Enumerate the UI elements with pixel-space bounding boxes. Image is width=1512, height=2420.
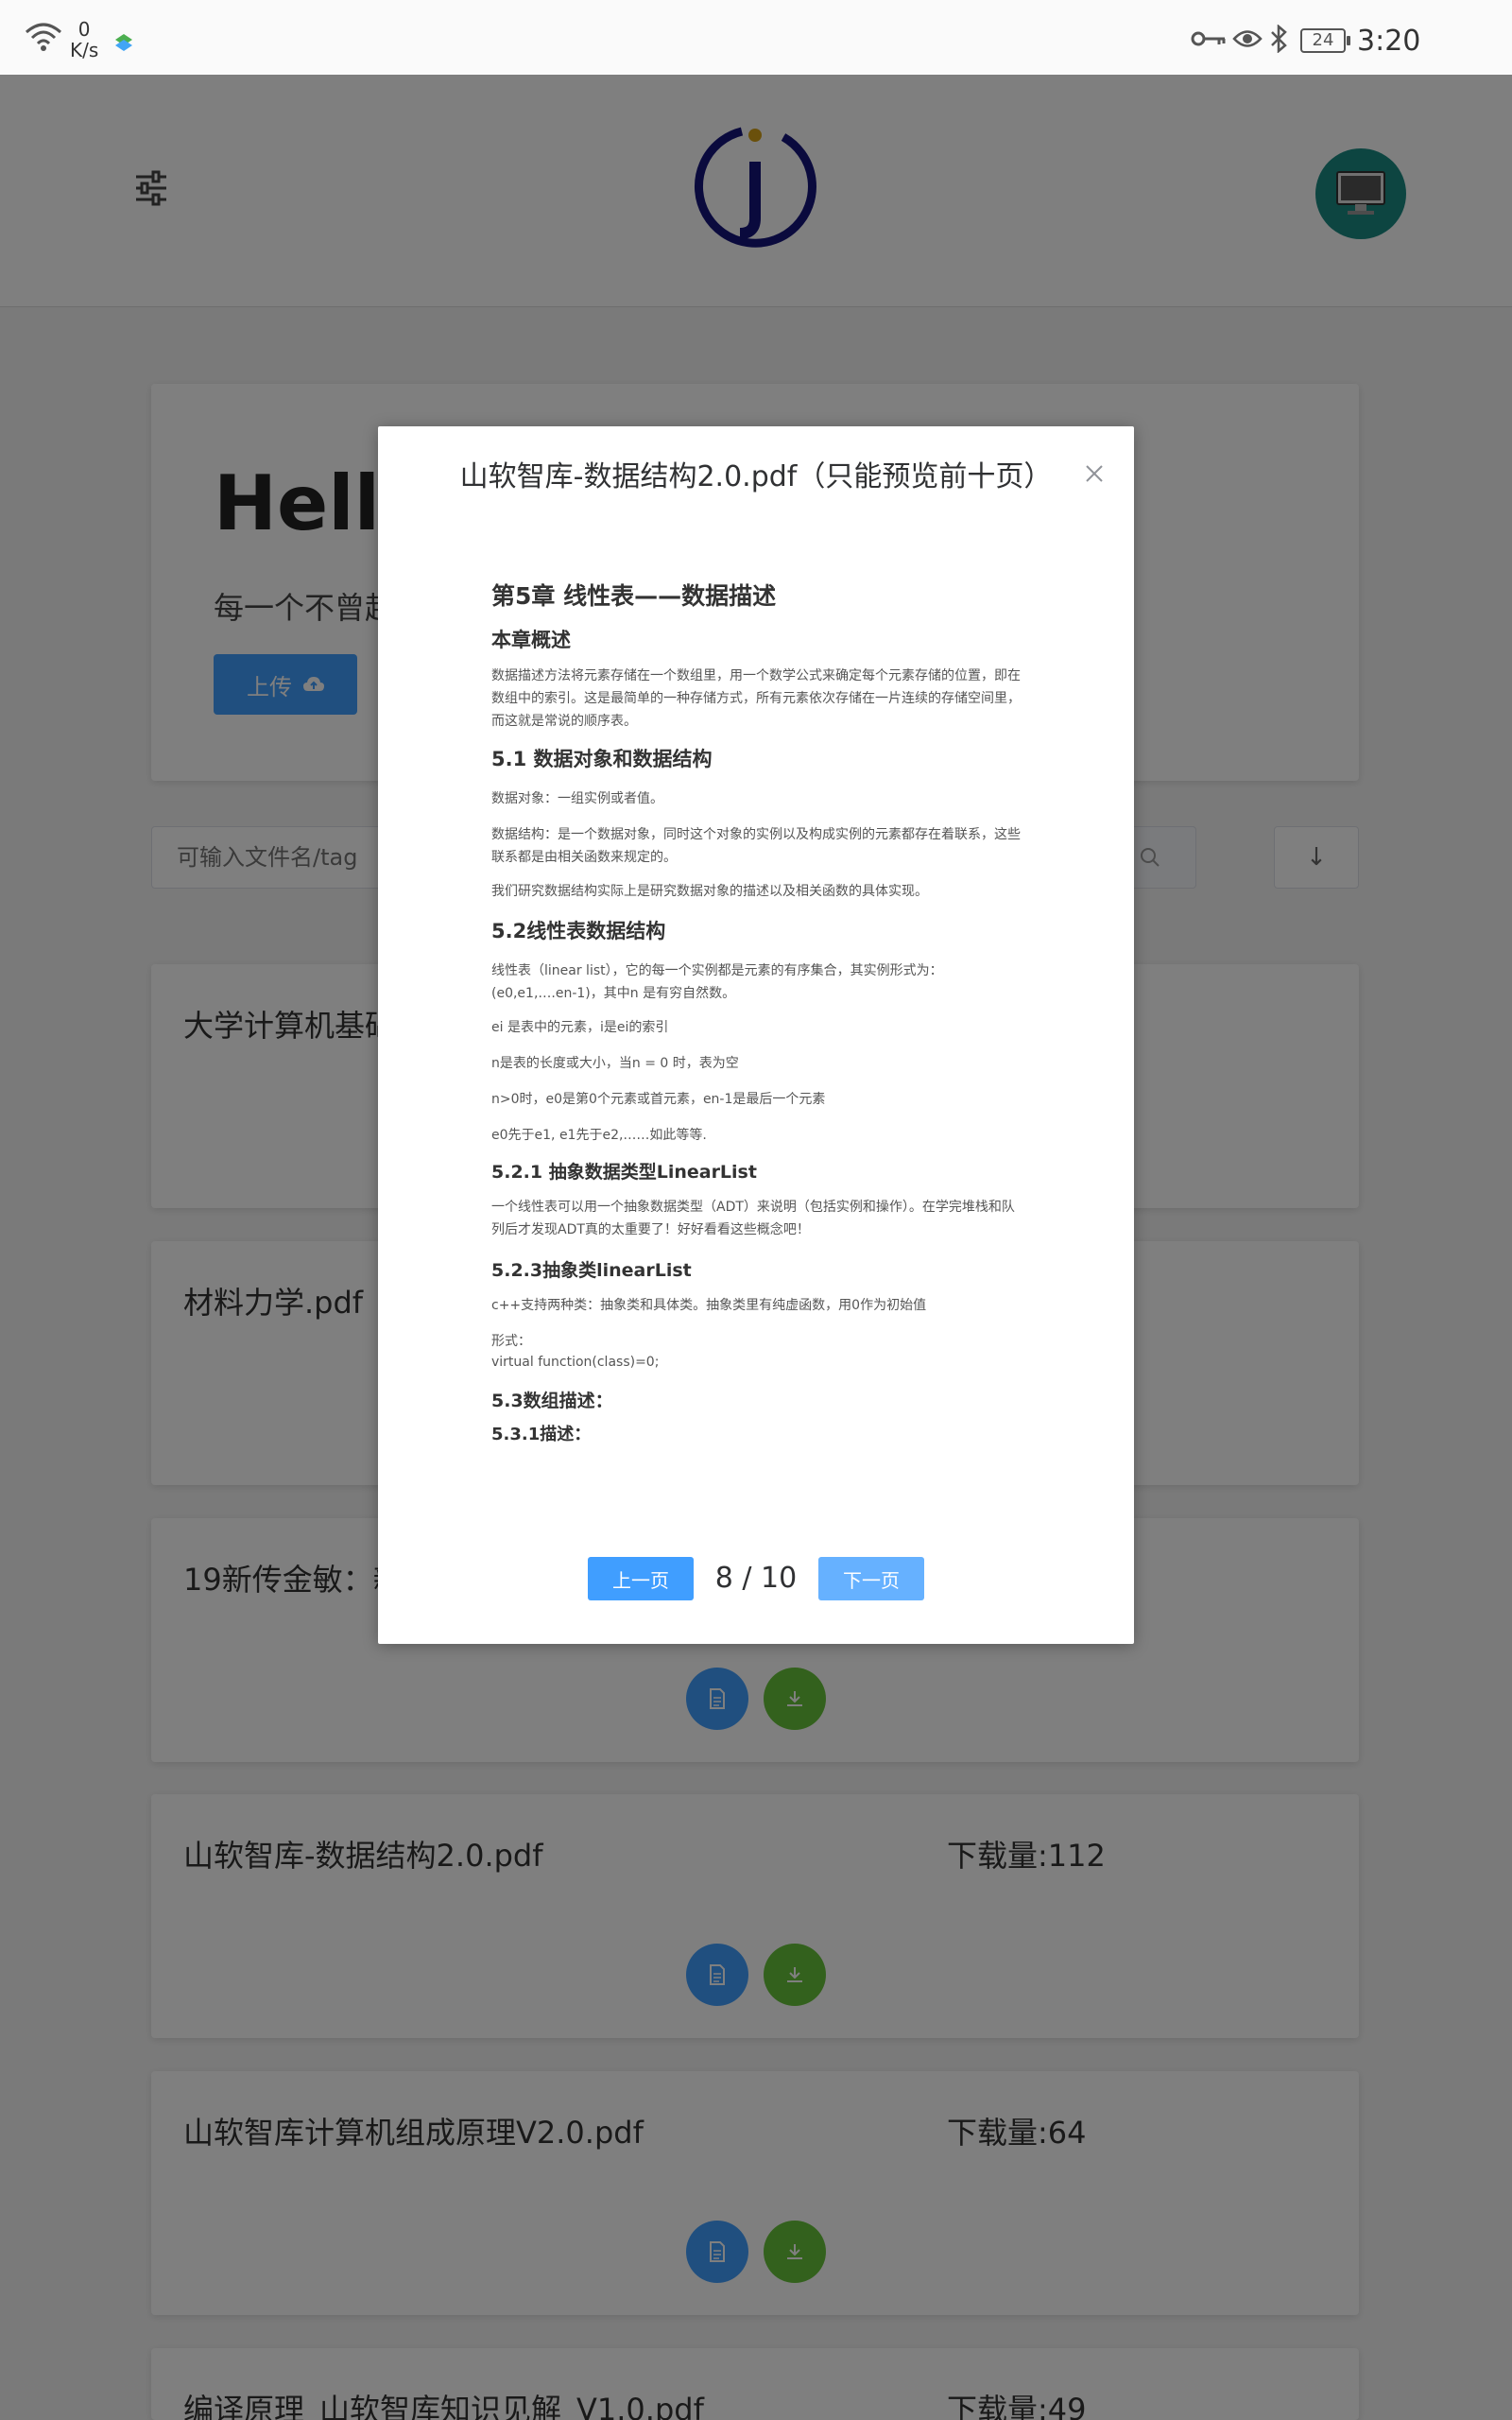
- app-notification-icon: [115, 34, 132, 51]
- pdf-heading: 5.3.1描述：: [491, 1425, 592, 1444]
- pdf-chapter-heading: 第5章 线性表——数据描述: [491, 582, 777, 610]
- pdf-paragraph: 数据结构：是一个数据对象，同时这个对象的实例以及构成实例的元素都存在着联系，这些…: [491, 827, 1021, 865]
- pdf-paragraph: 数据描述方法将元素存储在一个数组里，用一个数学公式来确定每个元素存储的位置，即在…: [491, 668, 1021, 729]
- pdf-heading: 5.3数组描述：: [491, 1391, 613, 1411]
- wifi-icon: [26, 23, 61, 51]
- clock: 3:20: [1357, 25, 1421, 58]
- close-icon[interactable]: [1081, 460, 1108, 487]
- battery-indicator: 24: [1300, 28, 1350, 53]
- pdf-preview-dialog: 山软智库-数据结构2.0.pdf（只能预览前十页） 第5章 线性表——数据描述 …: [378, 426, 1134, 1644]
- eye-icon: [1232, 30, 1263, 47]
- pdf-heading: 5.2线性表数据结构: [491, 920, 666, 942]
- status-bar: 0 K/s 24 3:20: [0, 0, 1512, 75]
- page-indicator: 8 / 10: [714, 1562, 798, 1595]
- key-icon: [1191, 31, 1226, 46]
- pdf-paragraph: virtual function(class)=0;: [491, 1355, 660, 1370]
- pdf-heading: 5.2.1 抽象数据类型LinearList: [491, 1162, 757, 1183]
- pdf-paragraph: 数据对象：一组实例或者值。: [491, 791, 663, 806]
- network-speed: 0 K/s: [70, 19, 98, 60]
- pdf-paragraph: n>0时，e0是第0个元素或首元素，en-1是最后一个元素: [491, 1092, 826, 1107]
- prev-page-button[interactable]: 上一页: [588, 1557, 694, 1600]
- pdf-heading: 5.2.3抽象类linearList: [491, 1260, 692, 1281]
- speed-unit: K/s: [70, 39, 99, 61]
- pdf-paragraph: c++支持两种类：抽象类和具体类。抽象类里有纯虚函数，用0作为初始值: [491, 1298, 927, 1313]
- next-page-button[interactable]: 下一页: [818, 1557, 924, 1600]
- pdf-paragraph: 形式：: [491, 1334, 531, 1349]
- pdf-paragraph: 线性表（linear list），它的每一个实例都是元素的有序集合，其实例形式为…: [491, 963, 943, 1001]
- dialog-title: 山软智库-数据结构2.0.pdf（只能预览前十页）: [459, 460, 1053, 493]
- pdf-paragraph: n是表的长度或大小，当n = 0 时，表为空: [491, 1056, 739, 1071]
- pdf-page-content: 第5章 线性表——数据描述 本章概述 数据描述方法将元素存储在一个数组里，用一个…: [491, 578, 1030, 1444]
- speed-value: 0: [77, 18, 91, 41]
- pdf-pager: 上一页 8 / 10 下一页: [378, 1557, 1134, 1604]
- pdf-paragraph: 我们研究数据结构实际上是研究数据对象的描述以及相关函数的具体实现。: [491, 884, 928, 899]
- pdf-heading: 5.1 数据对象和数据结构: [491, 748, 713, 770]
- pdf-paragraph: ei 是表中的元素，i是ei的索引: [491, 1020, 669, 1035]
- pdf-paragraph: e0先于e1, e1先于e2,……如此等等.: [491, 1128, 707, 1143]
- pdf-paragraph: 一个线性表可以用一个抽象数据类型（ADT）来说明（包括实例和操作）。在学完堆栈和…: [491, 1200, 1015, 1237]
- bluetooth-icon: [1271, 25, 1287, 53]
- pdf-heading: 本章概述: [491, 629, 571, 651]
